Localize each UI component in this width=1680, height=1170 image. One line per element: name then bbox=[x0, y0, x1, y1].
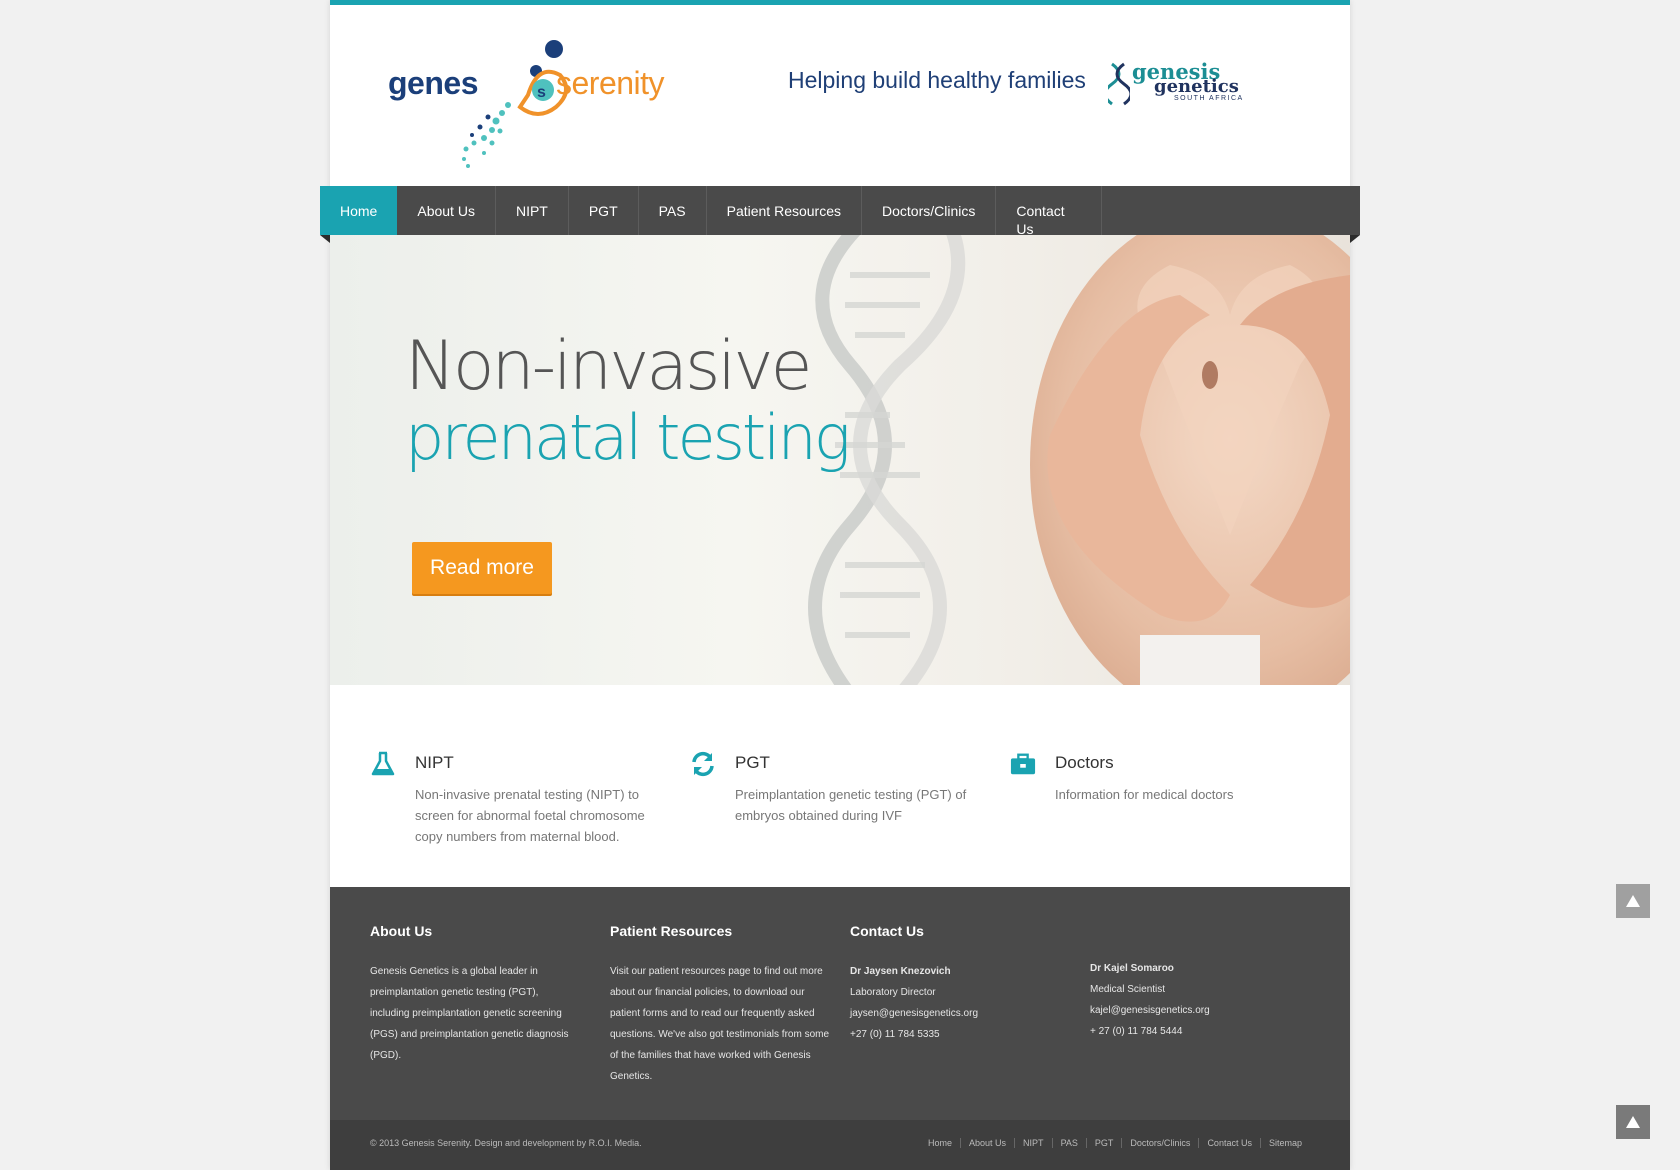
flask-icon bbox=[371, 751, 395, 776]
tagline: Helping build healthy families bbox=[788, 67, 1086, 93]
main-navigation: Home About Us NIPT PGT PAS Patient Resou… bbox=[320, 186, 1360, 243]
svg-text:s: s bbox=[537, 84, 546, 101]
hero-banner: Non-invasive prenatal testing Read more bbox=[330, 235, 1350, 685]
arrow-up-icon bbox=[1626, 1116, 1640, 1128]
partner-logo-line2: genetics bbox=[1154, 76, 1239, 97]
footer-link-pgt[interactable]: PGT bbox=[1085, 1138, 1122, 1148]
nav-item-pgt[interactable]: PGT bbox=[569, 186, 639, 235]
footer-contact-2: Dr Kajel Somaroo Medical Scientist kajel… bbox=[1090, 958, 1300, 1042]
page-container: s genes serenity Helping build healthy f… bbox=[320, 0, 1360, 1170]
footer-resources: Patient Resources Visit our patient reso… bbox=[610, 923, 830, 1087]
footer-contact-title: Contact Us bbox=[850, 923, 924, 939]
nav-fold-right bbox=[1350, 235, 1360, 243]
genesis-genetics-logo[interactable]: genesis genetics SOUTH AFRICA bbox=[1108, 60, 1258, 110]
footer-link-home[interactable]: Home bbox=[920, 1138, 960, 1148]
dna-helix-icon bbox=[1108, 62, 1130, 106]
footer-links: Home About Us NIPT PAS PGT Doctors/Clini… bbox=[920, 1138, 1310, 1148]
copyright: © 2013 Genesis Serenity. Design and deve… bbox=[370, 1138, 642, 1148]
footer-about-text: Genesis Genetics is a global leader in p… bbox=[370, 966, 569, 1061]
nav-fold-left bbox=[320, 235, 330, 243]
refresh-icon bbox=[692, 751, 714, 777]
nav-item-pas[interactable]: PAS bbox=[639, 186, 707, 235]
feature-text: Preimplantation genetic testing (PGT) of… bbox=[735, 787, 967, 823]
nav-item-contact-us[interactable]: Contact Us bbox=[996, 186, 1103, 237]
contact1-role: Laboratory Director bbox=[850, 987, 936, 998]
footer-about: About Us Genesis Genetics is a global le… bbox=[370, 923, 580, 1066]
footer-link-contact-us[interactable]: Contact Us bbox=[1198, 1138, 1260, 1148]
contact2-email[interactable]: kajel@genesisgenetics.org bbox=[1090, 1000, 1300, 1021]
nav-item-patient-resources[interactable]: Patient Resources bbox=[707, 186, 863, 235]
contact1-email[interactable]: jaysen@genesisgenetics.org bbox=[850, 1003, 1060, 1024]
pregnant-belly-hands-image bbox=[1030, 235, 1350, 685]
briefcase-icon bbox=[1010, 753, 1036, 775]
feature-text: Non-invasive prenatal testing (NIPT) to … bbox=[415, 787, 645, 844]
footer-resources-title: Patient Resources bbox=[610, 923, 733, 939]
feature-title: PGT bbox=[735, 753, 770, 772]
nav-item-nipt[interactable]: NIPT bbox=[496, 186, 569, 235]
footer-contact: Contact Us Dr Jaysen Knezovich Laborator… bbox=[850, 923, 1060, 1045]
sub-footer: © 2013 Genesis Serenity. Design and deve… bbox=[330, 1120, 1350, 1170]
site-footer: About Us Genesis Genetics is a global le… bbox=[330, 887, 1350, 1120]
footer-link-nipt[interactable]: NIPT bbox=[1014, 1138, 1052, 1148]
nav-item-home[interactable]: Home bbox=[320, 186, 398, 235]
contact1-phone: +27 (0) 11 784 5335 bbox=[850, 1029, 940, 1040]
footer-link-pas[interactable]: PAS bbox=[1051, 1138, 1086, 1148]
feature-text: Information for medical doctors bbox=[1055, 787, 1234, 802]
footer-resources-text: Visit our patient resources page to find… bbox=[610, 966, 830, 1082]
logo-text-serenity: serenity bbox=[556, 65, 665, 101]
genesis-serenity-logo[interactable]: s genes serenity bbox=[388, 35, 708, 170]
footer-link-sitemap[interactable]: Sitemap bbox=[1259, 1138, 1310, 1148]
feature-title: Doctors bbox=[1055, 753, 1114, 772]
nav-item-doctors-clinics[interactable]: Doctors/Clinics bbox=[862, 186, 997, 235]
footer-about-title: About Us bbox=[370, 923, 433, 939]
feature-title: NIPT bbox=[415, 753, 454, 772]
hero-title-line1: Non-invasive bbox=[405, 327, 812, 406]
hero-title-line2: prenatal testing bbox=[405, 401, 851, 474]
contact2-role: Medical Scientist bbox=[1090, 984, 1166, 995]
footer-link-doctors-clinics[interactable]: Doctors/Clinics bbox=[1121, 1138, 1198, 1148]
site-header: s genes serenity Helping build healthy f… bbox=[330, 5, 1350, 186]
arrow-up-icon bbox=[1626, 895, 1640, 907]
contact2-name: Dr Kajel Somaroo bbox=[1090, 963, 1174, 974]
partner-logo-line3: SOUTH AFRICA bbox=[1174, 95, 1244, 102]
contact1-name: Dr Jaysen Knezovich bbox=[850, 966, 951, 977]
features-section: NIPT Non-invasive prenatal testing (NIPT… bbox=[330, 685, 1350, 887]
read-more-button[interactable]: Read more bbox=[412, 542, 552, 594]
nav-item-about-us[interactable]: About Us bbox=[397, 186, 496, 235]
scroll-to-top-button-bottom[interactable] bbox=[1616, 1105, 1650, 1139]
contact2-phone: + 27 (0) 11 784 5444 bbox=[1090, 1026, 1183, 1037]
logo-figure-icon: s bbox=[462, 40, 568, 168]
scroll-to-top-button[interactable] bbox=[1616, 884, 1650, 918]
logo-text-genes: genes bbox=[388, 65, 478, 101]
footer-link-about-us[interactable]: About Us bbox=[960, 1138, 1014, 1148]
